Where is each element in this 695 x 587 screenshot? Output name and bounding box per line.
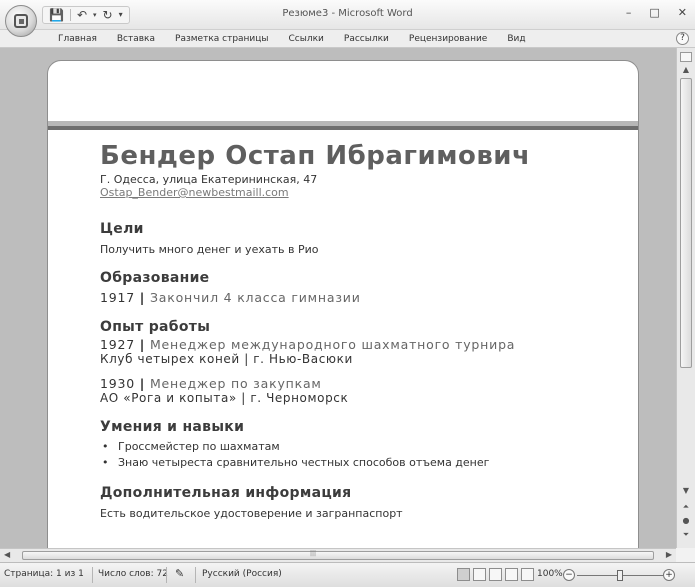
horizontal-scrollbar[interactable]: ◀ ||| ▶ <box>0 548 676 562</box>
vertical-scrollbar[interactable]: ▲ ▼ ⏶ ● ⏷ <box>676 48 695 548</box>
skills-list: Гроссмейстер по шахматам Знаю четыреста … <box>100 439 620 471</box>
minimize-button[interactable]: – <box>626 6 632 19</box>
ribbon-tabs: Главная Вставка Разметка страницы Ссылки… <box>0 30 695 48</box>
job-entry: 1930 | Менеджер по закупкам <box>100 376 620 391</box>
vertical-scroll-thumb[interactable] <box>680 78 692 368</box>
tab-page-layout[interactable]: Разметка страницы <box>165 32 279 46</box>
list-item: Знаю четыреста сравнительно честных спос… <box>100 455 620 471</box>
tab-home[interactable]: Главная <box>48 32 107 46</box>
zoom-level[interactable]: 100% <box>537 569 563 579</box>
window-title: Резюме3 - Microsoft Word <box>282 8 413 19</box>
zoom-slider-thumb[interactable] <box>617 570 623 581</box>
close-button[interactable]: ✕ <box>678 6 687 19</box>
office-logo-icon <box>14 14 28 28</box>
horizontal-scroll-thumb[interactable] <box>22 551 654 560</box>
scroll-grip-icon: ||| <box>310 550 317 557</box>
status-divider <box>92 567 93 583</box>
section-heading-skills: Умения и навыки <box>100 419 245 435</box>
section-heading-goals: Цели <box>100 221 144 237</box>
previous-page-icon[interactable]: ⏶ <box>677 502 695 512</box>
list-item: Гроссмейстер по шахматам <box>100 439 620 455</box>
print-layout-view-icon[interactable] <box>457 568 470 581</box>
scroll-right-icon[interactable]: ▶ <box>666 550 672 559</box>
language-indicator[interactable]: Русский (Россия) <box>202 569 282 579</box>
separator: | <box>139 376 146 391</box>
section-heading-education: Образование <box>100 270 210 286</box>
tab-view[interactable]: Вид <box>497 32 535 46</box>
office-button[interactable] <box>5 5 37 37</box>
status-divider <box>195 567 196 583</box>
job-title: Менеджер международного шахматного турни… <box>149 337 516 352</box>
document-area: Бендер Остап Ибрагимович Г. Одесса, улиц… <box>0 48 676 548</box>
outline-view-icon[interactable] <box>505 568 518 581</box>
zoom-out-button[interactable]: − <box>563 569 575 581</box>
full-screen-reading-view-icon[interactable] <box>473 568 486 581</box>
status-divider <box>166 567 167 583</box>
tab-review[interactable]: Рецензирование <box>399 32 497 46</box>
resume-email-link[interactable]: Ostap_Bender@newbestmaill.com <box>100 186 620 199</box>
job-entry: 1927 | Менеджер международного шахматног… <box>100 337 620 352</box>
job-organization: Клуб четырех коней | г. Нью-Васюки <box>100 352 353 366</box>
title-bar: 💾 ↶ ▾ ↻ ▾ Резюме3 - Microsoft Word – □ ✕ <box>0 0 695 37</box>
tab-mailings[interactable]: Рассылки <box>334 32 399 46</box>
section-heading-additional: Дополнительная информация <box>100 485 352 501</box>
zoom-in-button[interactable]: + <box>663 569 675 581</box>
help-icon[interactable]: ? <box>676 32 689 45</box>
next-page-icon[interactable]: ⏷ <box>677 530 695 540</box>
additional-text: Есть водительское удостоверение и загран… <box>100 507 403 520</box>
browse-object-icon[interactable]: ● <box>677 516 695 525</box>
job-year: 1930 <box>100 376 136 391</box>
separator: | <box>139 290 146 305</box>
job-organization: АО «Рога и копыта» | г. Черноморск <box>100 391 349 405</box>
goals-text: Получить много денег и уехать в Рио <box>100 243 319 256</box>
tab-references[interactable]: Ссылки <box>279 32 334 46</box>
status-bar: Страница: 1 из 1 Число слов: 72 ✎ Русски… <box>0 562 695 587</box>
resume-address: Г. Одесса, улица Екатерининская, 47 <box>100 173 318 186</box>
separator: | <box>139 337 146 352</box>
education-entry: 1917 | Закончил 4 класса гимназии <box>100 290 620 305</box>
ruler-toggle-icon[interactable] <box>680 52 692 62</box>
web-layout-view-icon[interactable] <box>489 568 502 581</box>
job-year: 1927 <box>100 337 136 352</box>
resume-content: Бендер Остап Ибрагимович Г. Одесса, улиц… <box>100 141 620 520</box>
education-year: 1917 <box>100 290 136 305</box>
draft-view-icon[interactable] <box>521 568 534 581</box>
spelling-check-icon[interactable]: ✎ <box>175 567 184 580</box>
resume-name: Бендер Остап Ибрагимович <box>100 141 531 171</box>
scroll-up-icon[interactable]: ▲ <box>677 65 695 74</box>
word-count[interactable]: Число слов: 72 <box>98 569 168 579</box>
job-title: Менеджер по закупкам <box>149 376 322 391</box>
education-text: Закончил 4 класса гимназии <box>149 290 361 305</box>
page-count[interactable]: Страница: 1 из 1 <box>4 569 84 579</box>
document-page[interactable]: Бендер Остап Ибрагимович Г. Одесса, улиц… <box>47 60 639 548</box>
maximize-button[interactable]: □ <box>649 6 659 19</box>
view-buttons <box>457 568 534 581</box>
window-controls: – □ ✕ <box>626 6 687 19</box>
scroll-down-icon[interactable]: ▼ <box>677 486 695 495</box>
scroll-left-icon[interactable]: ◀ <box>4 550 10 559</box>
section-heading-experience: Опыт работы <box>100 319 211 335</box>
header-band-dark <box>48 126 638 130</box>
tab-insert[interactable]: Вставка <box>107 32 165 46</box>
